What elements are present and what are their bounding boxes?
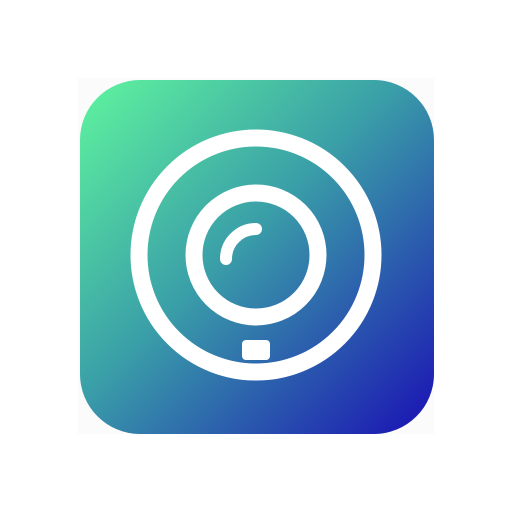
app-icon: [78, 78, 434, 434]
app-icon-canvas: [0, 0, 512, 512]
magnifier-handle: [242, 340, 270, 360]
